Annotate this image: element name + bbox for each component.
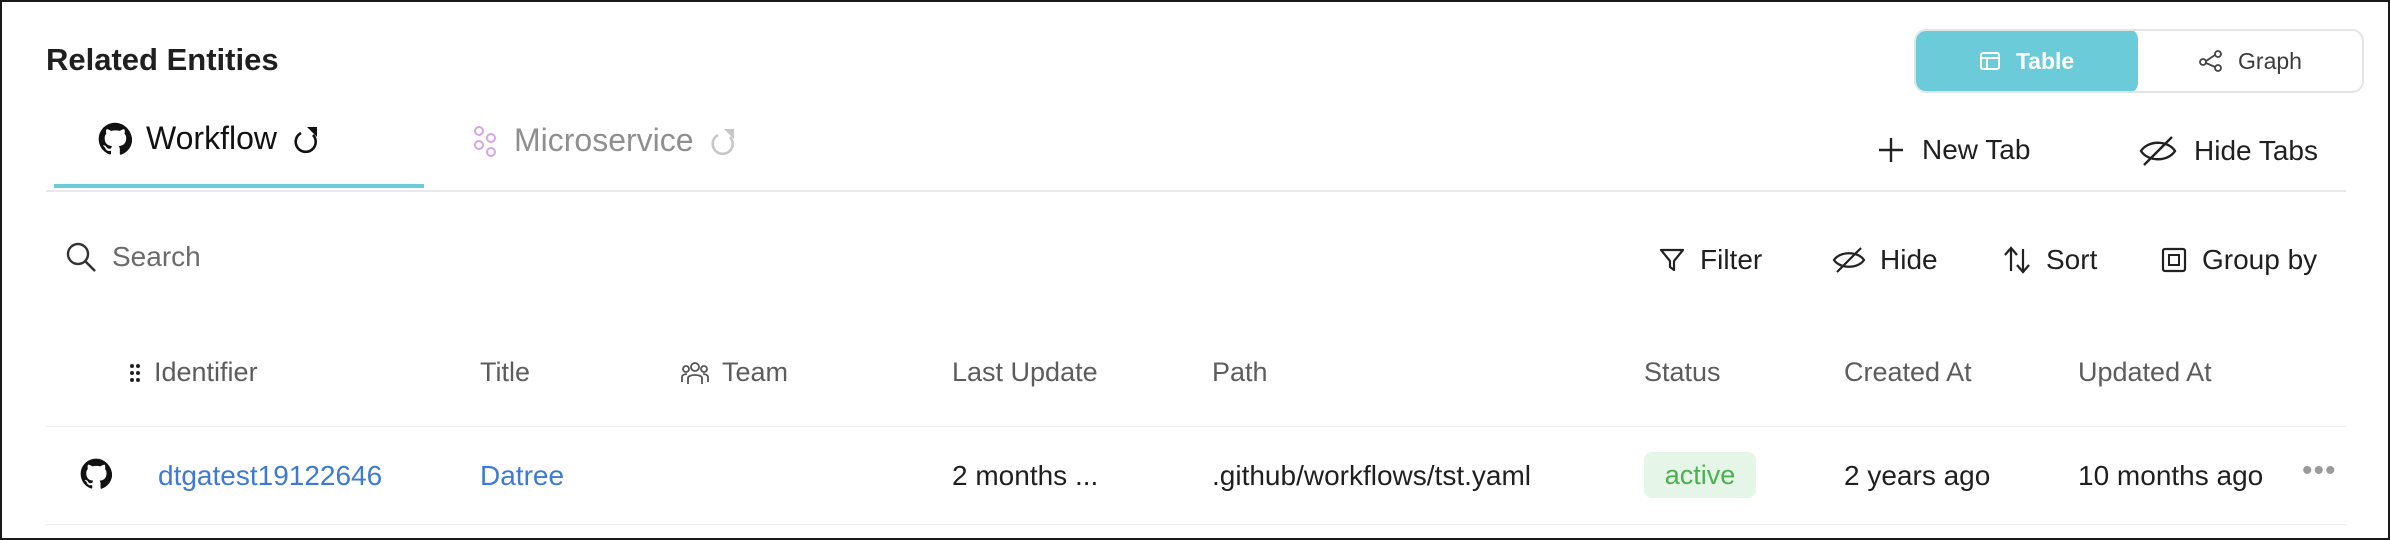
column-header-updated-at[interactable]: Updated At bbox=[2078, 357, 2212, 388]
filter-label: Filter bbox=[1700, 244, 1763, 275]
column-header-created-at[interactable]: Created At bbox=[1844, 357, 1972, 388]
filter-icon bbox=[1658, 246, 1686, 274]
column-header-label: Updated At bbox=[2078, 357, 2212, 387]
eye-off-icon bbox=[2138, 134, 2178, 168]
search-icon bbox=[64, 240, 98, 274]
row-divider bbox=[46, 524, 2346, 525]
cell-updated-at: 10 months ago bbox=[2078, 460, 2264, 491]
column-header-last-update[interactable]: Last Update bbox=[952, 357, 1098, 388]
header-row-divider bbox=[46, 426, 2346, 427]
table-view-button[interactable]: Table bbox=[1916, 31, 2138, 91]
column-header-label: Last Update bbox=[952, 357, 1098, 387]
panel-title: Related Entities bbox=[46, 42, 279, 77]
cell-created-at: 2 years ago bbox=[1844, 460, 1991, 491]
row-github-icon bbox=[80, 458, 112, 490]
related-entities-panel: Related Entities Table Graph Workflow Mi… bbox=[0, 0, 2390, 540]
relation-arrow-icon bbox=[291, 123, 323, 155]
group-by-label: Group by bbox=[2202, 244, 2318, 275]
sort-button[interactable]: Sort bbox=[2002, 244, 2097, 276]
hide-label: Hide bbox=[1880, 244, 1938, 275]
column-header-label: Path bbox=[1212, 357, 1268, 387]
status-badge: active bbox=[1644, 452, 1756, 498]
graph-view-button[interactable]: Graph bbox=[2138, 31, 2362, 91]
team-icon bbox=[680, 360, 710, 386]
drag-handle-icon[interactable] bbox=[128, 362, 142, 384]
column-header-status[interactable]: Status bbox=[1644, 357, 1721, 388]
new-tab-label: New Tab bbox=[1922, 134, 2031, 165]
graph-icon bbox=[2198, 49, 2224, 73]
column-header-label: Created At bbox=[1844, 357, 1972, 387]
sort-label: Sort bbox=[2046, 244, 2098, 275]
hide-tabs-label: Hide Tabs bbox=[2194, 135, 2319, 166]
search-bar bbox=[64, 240, 612, 274]
new-tab-button[interactable]: New Tab bbox=[1876, 134, 2030, 166]
column-header-path[interactable]: Path bbox=[1212, 357, 1268, 388]
hide-columns-button[interactable]: Hide bbox=[1832, 244, 1938, 276]
table-view-label: Table bbox=[2015, 47, 2075, 74]
group-by-icon bbox=[2160, 246, 2188, 274]
filter-button[interactable]: Filter bbox=[1658, 244, 1762, 276]
search-input[interactable] bbox=[112, 241, 612, 273]
column-header-label: Title bbox=[480, 357, 531, 387]
active-tab-indicator bbox=[54, 184, 424, 188]
row-more-menu-icon[interactable]: ••• bbox=[2302, 454, 2337, 488]
hide-tabs-button[interactable]: Hide Tabs bbox=[2138, 134, 2318, 168]
column-header-label: Team bbox=[722, 357, 789, 387]
eye-off-icon bbox=[1832, 246, 1866, 274]
column-header-label: Status bbox=[1644, 357, 1721, 387]
tab-microservice-label: Microservice bbox=[514, 122, 694, 158]
tab-workflow[interactable]: Workflow bbox=[98, 120, 323, 157]
column-header-title[interactable]: Title bbox=[480, 357, 530, 388]
cell-path: .github/workflows/tst.yaml bbox=[1212, 460, 1531, 491]
tab-workflow-label: Workflow bbox=[146, 120, 277, 156]
column-header-identifier[interactable]: Identifier bbox=[128, 357, 258, 388]
tabs-divider bbox=[46, 190, 2346, 192]
cell-identifier-link[interactable]: dtgatest19122646 bbox=[158, 460, 382, 492]
column-header-label: Identifier bbox=[154, 357, 258, 387]
cell-last-update: 2 months ... bbox=[952, 460, 1099, 491]
graph-view-label: Graph bbox=[2238, 47, 2302, 74]
github-icon bbox=[98, 122, 132, 156]
sort-icon bbox=[2002, 245, 2032, 275]
table-icon bbox=[1978, 49, 2002, 73]
group-by-button[interactable]: Group by bbox=[2160, 244, 2317, 276]
tab-microservice[interactable]: Microservice bbox=[470, 122, 740, 159]
microservice-icon bbox=[470, 124, 500, 158]
column-header-team[interactable]: Team bbox=[680, 357, 788, 388]
plus-icon bbox=[1876, 135, 1906, 165]
relation-arrow-icon bbox=[708, 125, 740, 157]
github-icon bbox=[80, 458, 112, 490]
cell-title-link[interactable]: Datree bbox=[480, 460, 564, 492]
view-toggle: Table Graph bbox=[1914, 29, 2364, 93]
